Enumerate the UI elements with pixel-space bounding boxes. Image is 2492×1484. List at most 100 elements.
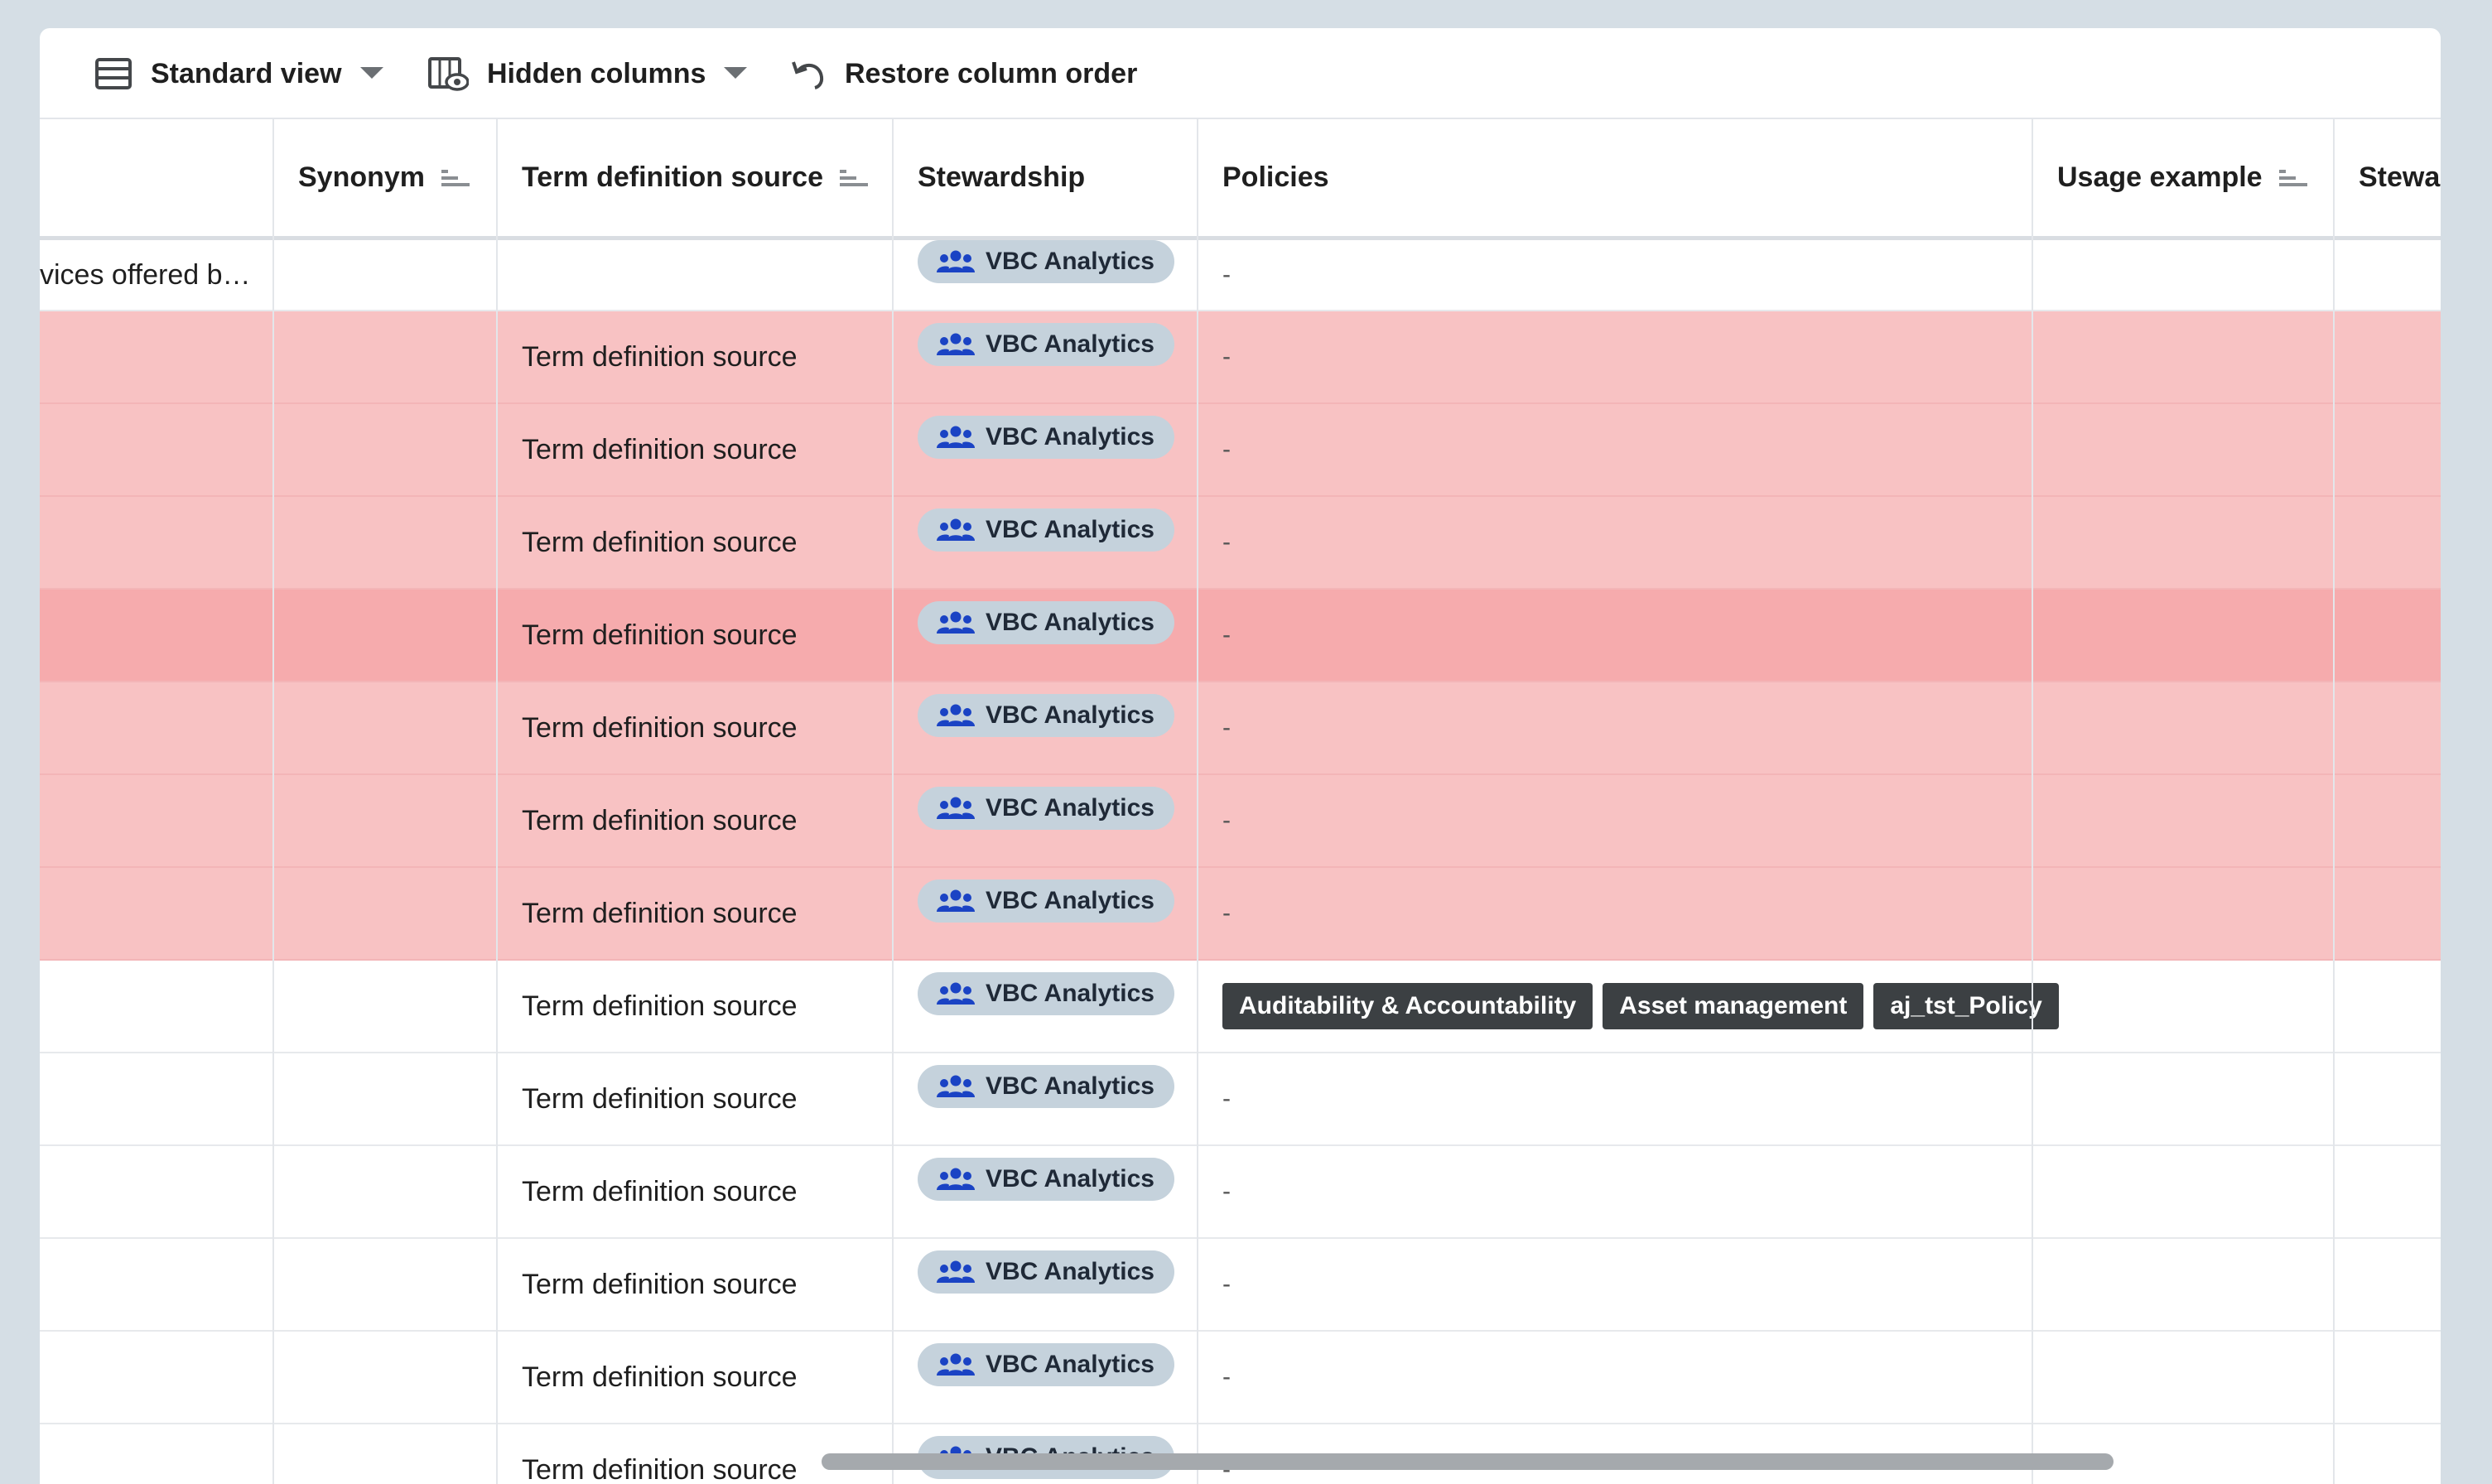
steward-name: VBC Analytics — [986, 887, 1154, 914]
steward-chip[interactable]: VBC Analytics — [918, 694, 1174, 737]
term-definition-source-cell[interactable]: Term definition source — [497, 961, 893, 1052]
table-row[interactable]: Term definition source VBC Analytics - — [40, 682, 2441, 775]
policies-cell[interactable]: - — [1198, 775, 2032, 866]
table-row[interactable]: Term definition source VBC Analytics - — [40, 1239, 2441, 1332]
column-header-synonym[interactable]: Synonym — [273, 119, 497, 236]
steward-name: VBC Analytics — [986, 1351, 1154, 1378]
policies-cell[interactable]: - — [1198, 311, 2032, 402]
stewardship-cell[interactable]: VBC Analytics — [893, 311, 1198, 402]
steward-chip[interactable]: VBC Analytics — [918, 240, 1174, 283]
term-definition-source-cell[interactable] — [497, 240, 893, 310]
steward-chip[interactable]: VBC Analytics — [918, 416, 1174, 459]
policy-tag[interactable]: Asset management — [1603, 983, 1864, 1029]
empty-value: - — [1222, 899, 1231, 927]
term-definition-source-cell[interactable]: Term definition source — [497, 311, 893, 402]
stewardship-cell[interactable]: VBC Analytics — [893, 590, 1198, 681]
steward-chip[interactable]: VBC Analytics — [918, 787, 1174, 830]
stewardship-cell[interactable]: VBC Analytics — [893, 1053, 1198, 1144]
column-header-stewardship[interactable]: Stewardship — [893, 119, 1198, 236]
table-row[interactable]: Term definition source VBC Analytics - — [40, 1053, 2441, 1146]
stewardship-cell[interactable]: VBC Analytics — [893, 868, 1198, 959]
term-definition-source-cell[interactable]: Term definition source — [497, 497, 893, 588]
term-definition-source-cell[interactable]: Term definition source — [497, 1332, 893, 1423]
policies-cell[interactable]: - — [1198, 497, 2032, 588]
stewardship-cell[interactable]: VBC Analytics — [893, 961, 1198, 1052]
policies-cell[interactable]: - — [1198, 1146, 2032, 1237]
term-definition-source-cell[interactable]: Term definition source — [497, 404, 893, 495]
stewardship-cell[interactable]: VBC Analytics — [893, 404, 1198, 495]
cell-text: Term definition source — [522, 1361, 798, 1393]
stewardship-cell[interactable]: VBC Analytics — [893, 1332, 1198, 1423]
cell-text: vices offered b… — [40, 258, 251, 291]
stewardship-cell[interactable]: VBC Analytics — [893, 1239, 1198, 1330]
policies-cell[interactable]: - — [1198, 590, 2032, 681]
table-row[interactable]: Term definition source VBC Analytics - — [40, 590, 2441, 682]
steward-chip[interactable]: VBC Analytics — [918, 601, 1174, 644]
policies-cell[interactable]: - — [1198, 1332, 2032, 1423]
table-row[interactable]: Term definition source VBC Analytics - — [40, 775, 2441, 868]
policies-cell[interactable]: - — [1198, 404, 2032, 495]
table-row[interactable]: Term definition source VBC Analytics - — [40, 1146, 2441, 1239]
stewardship-cell[interactable]: VBC Analytics — [893, 240, 1198, 310]
term-definition-source-cell[interactable]: Term definition source — [497, 590, 893, 681]
steward-chip[interactable]: VBC Analytics — [918, 879, 1174, 923]
table-row[interactable]: Term definition source VBC Analytics Audit… — [40, 961, 2441, 1053]
steward-chip[interactable]: VBC Analytics — [918, 1343, 1174, 1386]
table-row[interactable]: Term definition source VBC Analytics - — [40, 497, 2441, 590]
restore-column-order-button[interactable]: Restore column order — [790, 46, 1137, 101]
group-icon — [937, 1168, 975, 1190]
term-definition-source-cell[interactable]: Term definition source — [497, 868, 893, 959]
empty-value: - — [1222, 1178, 1231, 1205]
term-definition-source-cell[interactable]: Term definition source — [497, 1146, 893, 1237]
table-row[interactable]: Term definition source VBC Analytics - — [40, 311, 2441, 404]
sort-lines-icon[interactable] — [440, 166, 471, 190]
term-definition-source-cell[interactable]: Term definition source — [497, 1239, 893, 1330]
cell-text: Term definition source — [522, 340, 798, 373]
table-row[interactable]: Term definition source VBC Analytics - — [40, 1332, 2441, 1424]
policies-cell[interactable]: - — [1198, 868, 2032, 959]
policies-cell[interactable]: Auditability & Accountability Asset manag… — [1198, 961, 2059, 1052]
steward-name: VBC Analytics — [986, 516, 1154, 543]
policy-tag[interactable]: Auditability & Accountability — [1222, 983, 1593, 1029]
standard-view-dropdown[interactable]: Standard view — [94, 46, 402, 101]
column-divider — [2333, 119, 2335, 1484]
list-view-icon — [95, 58, 132, 89]
steward-name: VBC Analytics — [986, 794, 1154, 822]
stewardship-cell[interactable]: VBC Analytics — [893, 1146, 1198, 1237]
table-row[interactable]: Term definition source VBC Analytics - — [40, 868, 2441, 961]
term-definition-source-cell[interactable]: Term definition source — [497, 682, 893, 773]
steward-chip[interactable]: VBC Analytics — [918, 1158, 1174, 1201]
hidden-columns-label: Hidden columns — [487, 57, 706, 89]
policies-cell[interactable]: - — [1198, 682, 2032, 773]
policies-cell[interactable]: - — [1198, 1053, 2032, 1144]
column-header-stewa[interactable]: Stewa — [2334, 119, 2441, 236]
column-divider — [1197, 119, 1198, 1484]
stewardship-cell[interactable]: VBC Analytics — [893, 775, 1198, 866]
term-definition-source-cell[interactable]: Term definition source — [497, 1053, 893, 1144]
steward-chip[interactable]: VBC Analytics — [918, 1065, 1174, 1108]
cell-text: Term definition source — [522, 526, 798, 558]
policies-cell[interactable]: - — [1198, 1239, 2032, 1330]
stewardship-cell[interactable]: VBC Analytics — [893, 682, 1198, 773]
column-header-usage-example[interactable]: Usage example — [2032, 119, 2334, 236]
horizontal-scrollbar[interactable] — [822, 1453, 2114, 1470]
table-row[interactable]: Term definition source VBC Analytics - — [40, 404, 2441, 497]
steward-chip[interactable]: VBC Analytics — [918, 323, 1174, 366]
sort-lines-icon[interactable] — [2278, 166, 2309, 190]
column-header-term-definition-source[interactable]: Term definition source — [497, 119, 893, 236]
column-header-label: Policies — [1222, 161, 1329, 193]
cell-text: Term definition source — [522, 433, 798, 465]
steward-chip[interactable]: VBC Analytics — [918, 972, 1174, 1015]
term-definition-source-cell[interactable]: Term definition source — [497, 775, 893, 866]
hidden-columns-dropdown[interactable]: Hidden columns — [427, 46, 765, 101]
group-icon — [937, 250, 975, 272]
steward-chip[interactable]: VBC Analytics — [918, 1250, 1174, 1294]
column-header-policies[interactable]: Policies — [1198, 119, 2032, 236]
empty-value: - — [1222, 1085, 1231, 1112]
table-row[interactable]: vices offered b… VBC Analytics - — [40, 240, 2441, 311]
stewardship-cell[interactable]: VBC Analytics — [893, 497, 1198, 588]
sort-lines-icon[interactable] — [838, 166, 870, 190]
policies-cell[interactable]: - — [1198, 240, 2032, 310]
empty-value: - — [1222, 343, 1231, 370]
steward-chip[interactable]: VBC Analytics — [918, 508, 1174, 552]
